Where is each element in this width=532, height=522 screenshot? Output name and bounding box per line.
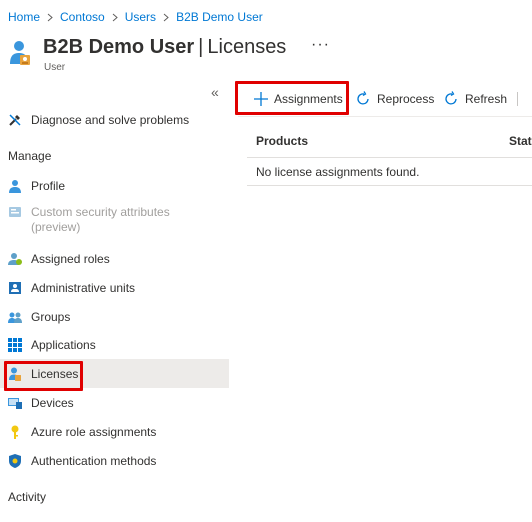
sidebar-item-groups[interactable]: Groups — [0, 302, 229, 331]
sidebar-item-label: Azure role assignments — [31, 424, 157, 439]
sidebar-item-label: Groups — [31, 309, 71, 324]
breadcrumb-contoso[interactable]: Contoso — [60, 10, 105, 24]
sidebar-item-devices[interactable]: Devices — [0, 388, 229, 417]
reprocess-icon — [357, 91, 369, 105]
sidebar-item-authentication-methods[interactable]: Authentication methods — [0, 446, 229, 475]
refresh-button[interactable]: Refresh — [443, 84, 507, 114]
sidebar-item-label: Profile — [31, 178, 66, 193]
sidebar-item-label: Custom security attributes (preview) — [31, 205, 170, 234]
sidebar-item-label: Authentication methods — [31, 453, 157, 468]
sidebar-item-administrative-units[interactable]: Administrative units — [0, 273, 229, 302]
assigned-roles-icon — [8, 252, 22, 266]
chevron-right-icon — [112, 13, 118, 22]
page-header: B2B Demo User | Licenses User ··· — [8, 34, 532, 76]
wrench-icon — [8, 113, 22, 127]
collapse-menu-button[interactable]: « — [211, 85, 219, 99]
toolbar-divider-line — [238, 116, 532, 117]
row-divider — [247, 185, 532, 186]
section-heading-activity: Activity — [8, 490, 47, 504]
applications-icon — [8, 337, 22, 352]
custom-security-icon — [8, 205, 22, 219]
shield-icon — [8, 453, 22, 468]
sidebar-item-label: Devices — [31, 395, 74, 410]
reprocess-button[interactable]: Reprocess — [355, 84, 434, 114]
page-title-name: B2B Demo User — [43, 36, 195, 58]
sidebar-item-azure-role-assignments[interactable]: Azure role assignments — [0, 417, 229, 446]
user-icon — [10, 40, 32, 66]
refresh-label: Refresh — [465, 92, 508, 106]
sidebar-item-label: Applications — [31, 337, 96, 352]
page-title-section: Licenses — [207, 36, 287, 58]
sidebar-item-label: Administrative units — [31, 280, 136, 295]
refresh-icon — [445, 91, 457, 105]
breadcrumb-home[interactable]: Home — [8, 10, 40, 24]
more-options-button[interactable]: ··· — [311, 36, 330, 54]
licenses-highlight-box — [4, 361, 83, 391]
sidebar-item-assigned-roles[interactable]: Assigned roles — [0, 244, 229, 273]
chevron-right-icon — [163, 13, 169, 22]
empty-state-message: No license assignments found. — [256, 165, 420, 179]
header-divider — [247, 157, 532, 158]
sidebar-item-profile[interactable]: Profile — [0, 171, 229, 200]
section-heading-manage: Manage — [8, 149, 52, 163]
breadcrumb: Home Contoso Users B2B Demo User — [8, 9, 263, 25]
devices-icon — [8, 396, 22, 410]
admin-units-icon — [8, 281, 22, 295]
sidebar-item-applications[interactable]: Applications — [0, 330, 229, 359]
profile-icon — [8, 179, 22, 193]
column-header-products[interactable]: Products — [256, 128, 308, 156]
page-title-separator: | — [198, 36, 204, 58]
breadcrumb-user[interactable]: B2B Demo User — [176, 10, 263, 24]
key-icon — [8, 425, 22, 439]
page-subtitle: User — [44, 62, 66, 73]
toolbar-divider — [517, 92, 518, 106]
breadcrumb-users[interactable]: Users — [125, 10, 156, 24]
groups-icon — [8, 310, 22, 324]
sidebar-item-diagnose[interactable]: Diagnose and solve problems — [0, 105, 229, 134]
sidebar-item-custom-security-attributes: Custom security attributes (preview) — [0, 201, 229, 241]
chevron-right-icon — [47, 13, 53, 22]
column-header-state[interactable]: State — [509, 128, 532, 156]
sidebar-item-label: Assigned roles — [31, 251, 110, 266]
sidebar-item-label: Diagnose and solve problems — [31, 112, 190, 127]
reprocess-label: Reprocess — [377, 92, 435, 106]
assignments-highlight-box — [235, 81, 349, 115]
page-title: B2B Demo User | Licenses — [43, 34, 286, 60]
